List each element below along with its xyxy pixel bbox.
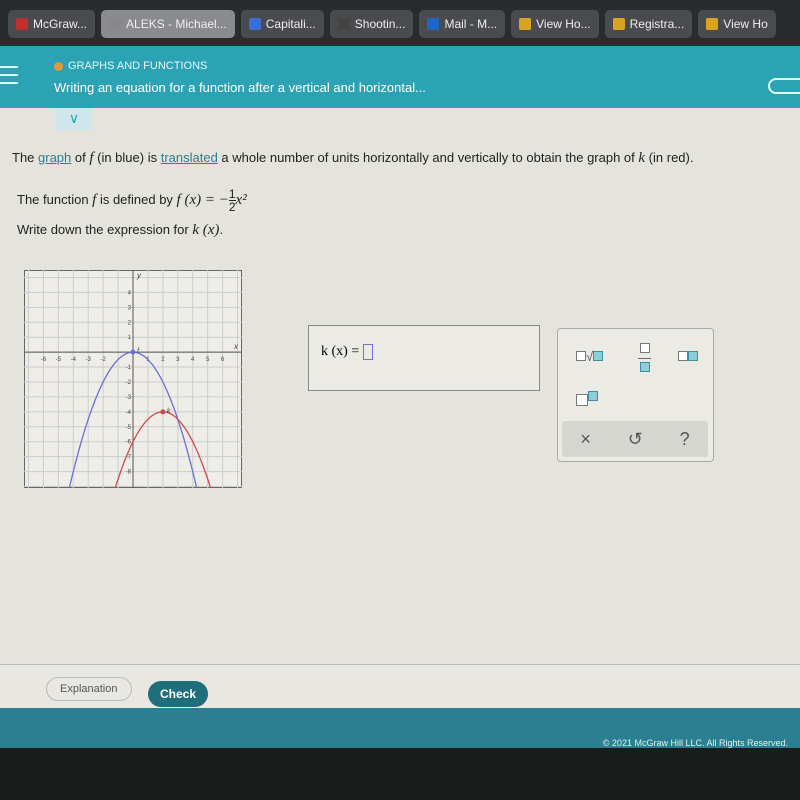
- instruction: Write down the expression for k (x).: [17, 222, 224, 238]
- browser-tab[interactable]: Mail - M...: [419, 10, 506, 38]
- star-icon: [519, 18, 532, 30]
- x-tick-label: -4: [71, 357, 77, 363]
- y-tick-label: -6: [126, 440, 132, 446]
- fraction-button[interactable]: —: [638, 343, 651, 372]
- x-tick-label: -2: [100, 357, 106, 363]
- browser-tab[interactable]: ALEKS - Michael...: [101, 10, 235, 38]
- category-label: GRAPHS AND FUNCTIONS: [68, 60, 208, 72]
- x-tick-label: -6: [41, 357, 47, 363]
- vertex-point-f: [130, 349, 136, 355]
- answer-label: k (x) =: [321, 344, 363, 360]
- question-panel: ∨ The graph of f (in blue) is translated…: [0, 108, 800, 713]
- function-graph: -6 -5 -4 -3 -2 1 2 3 4 5 64321-1-2-3-4-5-6-7-8xyfk: [24, 270, 242, 488]
- browser-tab[interactable]: View Ho...: [511, 10, 599, 38]
- menu-icon[interactable]: [0, 66, 18, 84]
- person-icon: [337, 18, 350, 30]
- explanation-button[interactable]: Explanation: [46, 677, 132, 701]
- help-button[interactable]: ?: [680, 429, 690, 450]
- footer-bar: Explanation Check: [0, 664, 800, 709]
- tab-label: ALEKS - Michael...: [126, 17, 227, 31]
- mcgraw-icon: [16, 18, 28, 30]
- graph-link[interactable]: graph: [38, 150, 71, 165]
- star-icon: [612, 18, 625, 30]
- y-tick-label: -5: [126, 425, 132, 431]
- exponent-button[interactable]: [576, 391, 598, 409]
- topic-header: GRAPHS AND FUNCTIONS Writing an equation…: [0, 46, 800, 108]
- tab-label: View Ho: [723, 17, 768, 31]
- x-tick-label: -5: [56, 357, 62, 363]
- browser-tab[interactable]: Shootin...: [329, 10, 414, 38]
- vertex-point-k: [160, 409, 166, 415]
- y-tick-label: -1: [126, 365, 132, 371]
- math-keypad: √ — × ↺ ?: [557, 328, 714, 462]
- tab-label: Shootin...: [354, 17, 406, 31]
- mixed-number-button[interactable]: [678, 349, 698, 364]
- docs-icon: [248, 18, 261, 30]
- y-tick-label: -3: [126, 395, 132, 401]
- star-icon: [706, 18, 719, 30]
- collapse-chevron-icon[interactable]: ∨: [56, 108, 92, 130]
- page-title: Writing an equation for a function after…: [54, 80, 426, 95]
- topic-category: GRAPHS AND FUNCTIONS: [54, 60, 207, 72]
- outlook-icon: [427, 18, 440, 30]
- bottom-bar: © 2021 McGraw Hill LLC. All Rights Reser…: [0, 708, 800, 748]
- tab-label: Capitali...: [265, 17, 316, 31]
- header-toggle-button[interactable]: [768, 78, 800, 94]
- aleks-icon: [109, 18, 122, 30]
- square-root-button[interactable]: √: [576, 349, 604, 364]
- clear-button[interactable]: ×: [580, 429, 591, 450]
- browser-tab[interactable]: Registra...: [604, 10, 693, 38]
- browser-tab[interactable]: McGraw...: [8, 10, 96, 38]
- browser-tab[interactable]: Capitali...: [240, 10, 324, 38]
- check-button[interactable]: Check: [148, 681, 209, 707]
- y-tick-label: -2: [126, 380, 132, 386]
- tab-label: Mail - M...: [444, 17, 498, 31]
- browser-tab-bar: McGraw... ALEKS - Michael... Capitali... Sh…: [0, 0, 800, 46]
- tab-label: McGraw...: [33, 17, 88, 31]
- y-tick-label: -8: [126, 470, 132, 476]
- tab-label: View Ho...: [536, 17, 591, 31]
- status-dot-icon: [54, 61, 63, 71]
- x-tick-label: -3: [86, 357, 92, 363]
- browser-tab[interactable]: View Ho: [698, 10, 776, 38]
- answer-box[interactable]: k (x) =: [308, 325, 540, 391]
- undo-button[interactable]: ↺: [628, 429, 643, 450]
- tab-label: Registra...: [629, 17, 685, 31]
- y-tick-label: -4: [126, 410, 132, 416]
- curve-label-k: k: [167, 408, 171, 415]
- question-text: The graph of f (in blue) is translated a…: [12, 150, 694, 166]
- copyright: © 2021 McGraw Hill LLC. All Rights Reser…: [602, 738, 788, 748]
- translated-link[interactable]: translated: [161, 150, 218, 165]
- function-definition: The function f is defined by f (x) = −1 2…: [17, 187, 247, 214]
- fraction: 12: [228, 187, 236, 214]
- answer-input[interactable]: [362, 344, 373, 360]
